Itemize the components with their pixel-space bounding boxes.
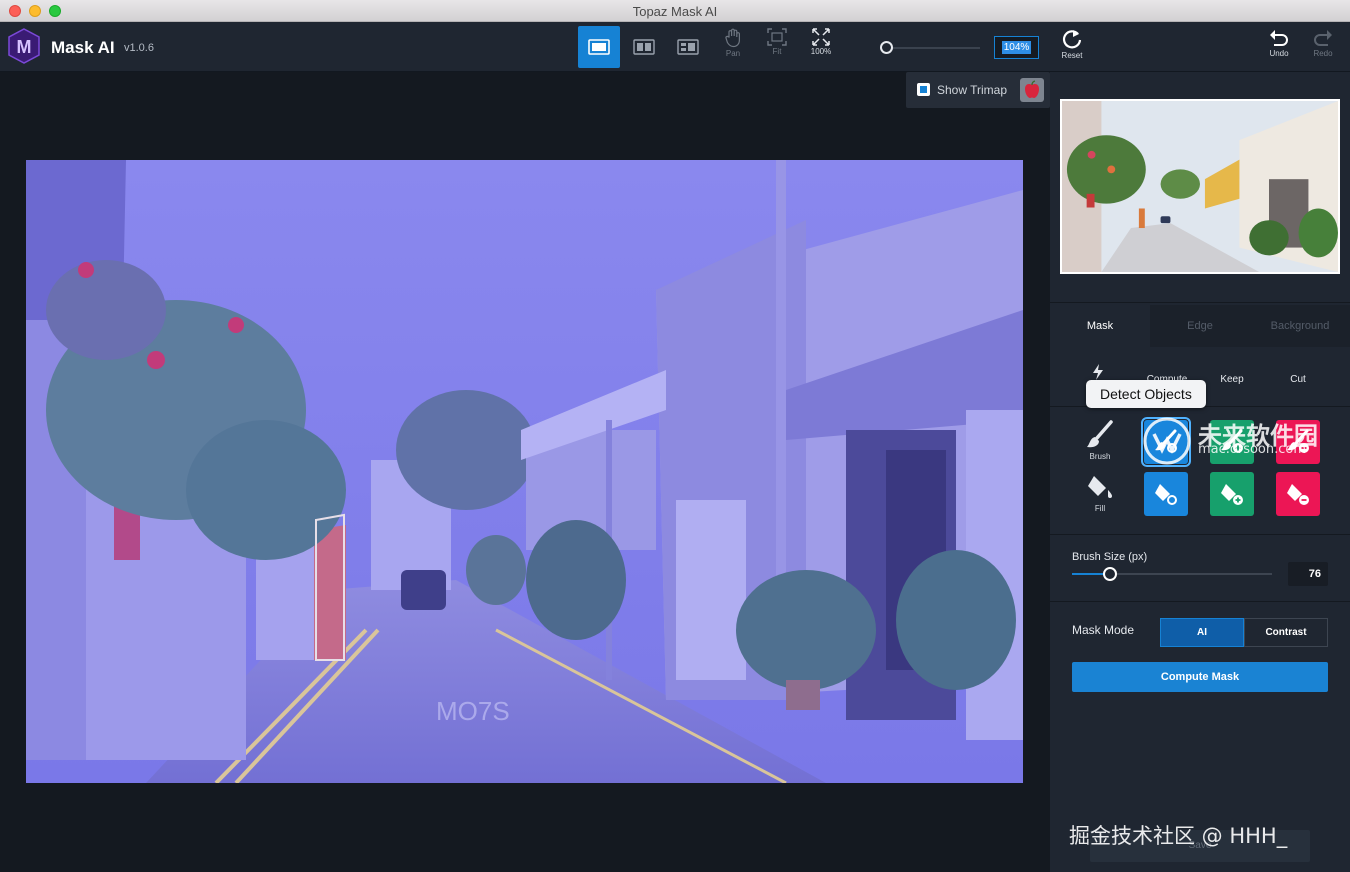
cut-action[interactable]: Cut	[1288, 374, 1308, 385]
brush-icon	[1087, 420, 1113, 448]
fit-screen-icon	[767, 28, 787, 46]
main-toolbar: M Mask AI v1.0.6 Pan Fit 100% 104% Reset…	[0, 22, 1350, 72]
apple-icon	[1025, 80, 1039, 98]
show-trimap-toggle[interactable]: Show Trimap	[906, 72, 1050, 108]
reset-label: Reset	[1061, 51, 1083, 60]
show-trimap-label: Show Trimap	[937, 83, 1008, 97]
app-logo-icon: M	[8, 28, 40, 64]
app-version: v1.0.6	[124, 42, 154, 54]
app-window: Topaz Mask AI M Mask AI v1.0.6 Pan Fit 1…	[0, 0, 1350, 872]
panel-divider	[1050, 601, 1350, 602]
lightning-icon	[1093, 364, 1103, 380]
split-view-button[interactable]	[623, 26, 665, 68]
fill-label: Fill	[1094, 504, 1106, 513]
side-by-side-icon	[677, 39, 699, 55]
fill-cut-button[interactable]	[1276, 472, 1320, 516]
undo-button[interactable]: Undo	[1261, 28, 1297, 68]
panel-divider	[1050, 534, 1350, 535]
pan-label: Pan	[725, 49, 741, 58]
title-bar: Topaz Mask AI	[0, 0, 1350, 22]
mask-mode-ai-button[interactable]: AI	[1160, 618, 1244, 647]
redo-label: Redo	[1313, 49, 1333, 58]
show-trimap-checkbox[interactable]	[917, 83, 930, 96]
zoom-100-button[interactable]: 100%	[803, 28, 839, 68]
fill-gear-icon	[1155, 484, 1177, 505]
zoom-input[interactable]: 104%	[994, 36, 1039, 59]
tab-background[interactable]: Background	[1250, 305, 1350, 347]
hand-icon	[725, 28, 740, 48]
paint-bucket-icon	[1088, 476, 1112, 498]
zoom-100-label: 100%	[810, 47, 832, 56]
zoom-slider-knob[interactable]	[880, 41, 893, 54]
fill-plus-icon	[1221, 484, 1243, 505]
keep-action[interactable]: Keep	[1220, 374, 1244, 385]
image-canvas[interactable]: Show Trimap MO7S	[0, 72, 1050, 872]
trimap-color-swatch[interactable]	[1020, 78, 1044, 102]
right-panel: Mask Edge Background Compute Keep Cut Br…	[1050, 72, 1350, 872]
navigator-thumbnail[interactable]	[1060, 99, 1340, 274]
tab-edge[interactable]: Edge	[1150, 305, 1250, 347]
fill-minus-icon	[1287, 484, 1309, 505]
mask-tabs: Mask Edge Background	[1050, 305, 1350, 347]
zoom-value: 104%	[1001, 41, 1032, 54]
panel-divider	[1050, 302, 1350, 303]
fill-keep-button[interactable]	[1210, 472, 1254, 516]
fill-tool[interactable]	[1086, 472, 1116, 507]
detect-objects-tooltip: Detect Objects	[1086, 380, 1206, 408]
pan-button[interactable]: Pan	[715, 28, 751, 68]
watermark-site-url: mac.orsoon.com	[1198, 442, 1307, 457]
single-view-button[interactable]	[578, 26, 620, 68]
redo-button[interactable]: Redo	[1305, 28, 1341, 68]
compute-mask-button[interactable]: Compute Mask	[1072, 662, 1328, 692]
redo-icon	[1314, 30, 1332, 46]
split-view-icon	[633, 39, 655, 55]
masked-photo[interactable]: MO7S	[26, 160, 1023, 783]
road-marking: MO7S	[436, 696, 510, 726]
fit-label: Fit	[772, 47, 782, 56]
watermark-footer: 掘金技术社区 @ HHH_	[1069, 824, 1288, 848]
logo-letter: M	[17, 37, 32, 57]
side-by-side-view-button[interactable]	[667, 26, 709, 68]
single-view-icon	[588, 39, 610, 55]
brush-size-knob[interactable]	[1103, 567, 1117, 581]
expand-icon	[812, 28, 830, 46]
watermark-logo-icon	[1143, 417, 1191, 465]
window-title: Topaz Mask AI	[632, 4, 718, 19]
mask-mode-contrast-button[interactable]: Contrast	[1244, 618, 1328, 647]
brush-label: Brush	[1089, 452, 1111, 461]
tab-mask[interactable]: Mask	[1050, 305, 1150, 347]
mask-mode-label: Mask Mode	[1072, 623, 1135, 637]
fill-compute-button[interactable]	[1144, 472, 1188, 516]
app-name: Mask AI	[51, 38, 115, 57]
zoom-slider-track[interactable]	[880, 47, 980, 49]
undo-label: Undo	[1269, 49, 1289, 58]
fit-button[interactable]: Fit	[759, 28, 795, 68]
undo-icon	[1270, 30, 1288, 46]
reset-button[interactable]: Reset	[1054, 28, 1090, 68]
brush-size-label: Brush Size (px)	[1072, 551, 1148, 563]
reset-icon	[1062, 30, 1082, 49]
brush-size-input[interactable]: 76	[1288, 562, 1328, 586]
